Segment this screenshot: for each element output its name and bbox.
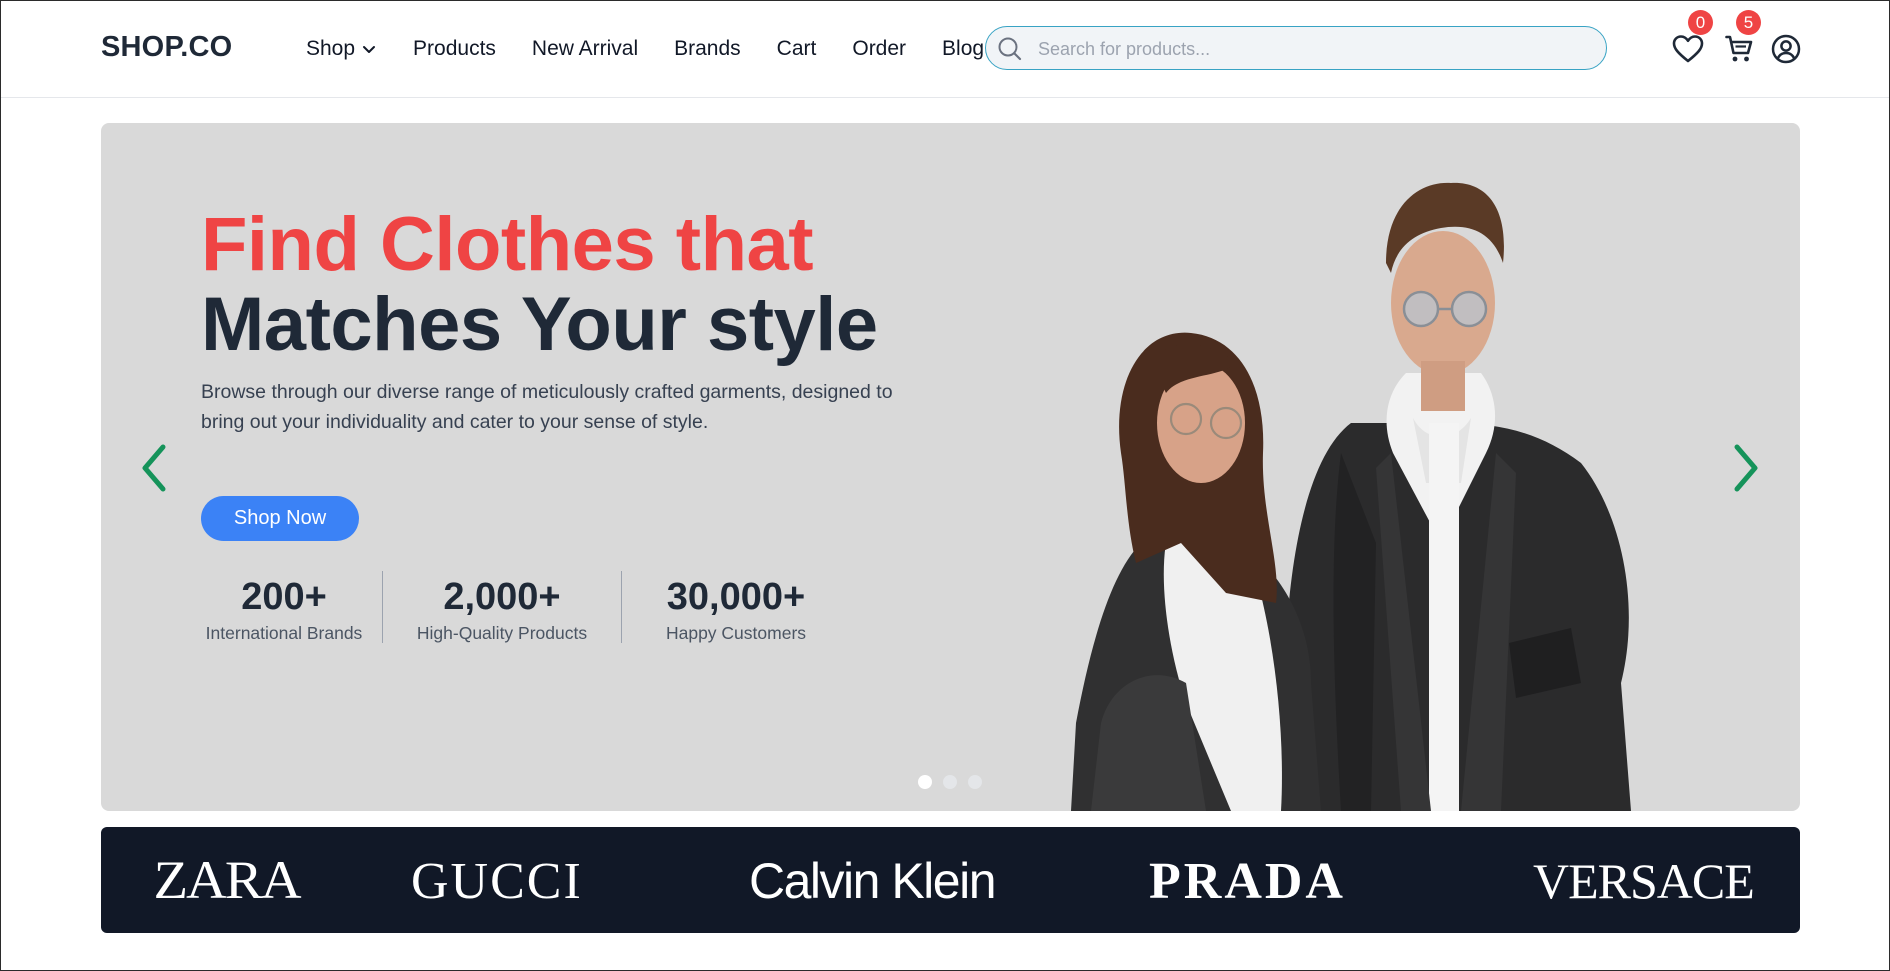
nav-item-brands[interactable]: Brands	[674, 37, 741, 61]
hero-banner: Find Clothes that Matches Your style Bro…	[101, 123, 1800, 811]
stat-brands: 200+ International Brands	[201, 571, 367, 643]
stat-products: 2,000+ High-Quality Products	[383, 571, 621, 643]
carousel-dot[interactable]	[968, 775, 982, 789]
nav-item-products[interactable]: Products	[413, 37, 496, 61]
cart-button[interactable]: 5	[1725, 10, 1761, 69]
nav-item-label: Shop	[306, 37, 356, 60]
carousel-dots	[918, 775, 982, 789]
shop-now-button[interactable]: Shop Now	[201, 496, 359, 541]
heart-icon	[1672, 35, 1704, 63]
cart-icon	[1725, 35, 1753, 62]
nav-item-label: New Arrival	[531, 37, 639, 60]
hero-title-line1: Find Clothes that	[201, 202, 814, 287]
brand-logo-gucci[interactable]: GUCCI	[411, 852, 583, 911]
search-icon	[998, 37, 1022, 61]
site-header: SHOP.CO Shop Products New Arrival Brands…	[1, 1, 1889, 98]
chevron-down-icon	[363, 46, 376, 53]
nav-item-order[interactable]: Order	[852, 37, 906, 61]
nav-item-label: Brands	[674, 37, 741, 60]
brand-strip: ZARA GUCCI Calvin Klein PRADA VERSACE	[101, 827, 1800, 933]
site-logo[interactable]: SHOP.CO	[101, 31, 232, 64]
hero-stats: 200+ International Brands 2,000+ High-Qu…	[201, 571, 850, 643]
brand-logo-prada[interactable]: PRADA	[1149, 852, 1346, 911]
wishlist-count-badge: 0	[1688, 10, 1713, 35]
wishlist-button[interactable]: 0	[1672, 10, 1713, 69]
chevron-left-icon	[142, 444, 166, 492]
account-button[interactable]	[1771, 34, 1801, 69]
carousel-dot[interactable]	[943, 775, 957, 789]
brand-logo-versace[interactable]: VERSACE	[1533, 852, 1755, 910]
stat-value: 200+	[241, 576, 327, 618]
stat-customers: 30,000+ Happy Customers	[622, 571, 850, 643]
brand-logo-calvin-klein[interactable]: Calvin Klein	[749, 852, 997, 910]
nav-item-cart[interactable]: Cart	[777, 37, 817, 61]
nav-item-label: Order	[852, 37, 907, 60]
stat-value: 2,000+	[443, 576, 561, 618]
search-bar[interactable]	[985, 26, 1607, 70]
user-circle-icon	[1771, 34, 1801, 64]
nav-item-shop[interactable]: Shop	[306, 37, 377, 61]
search-input[interactable]	[1036, 33, 1580, 65]
nav-item-blog[interactable]: Blog	[942, 37, 984, 61]
stat-label: High-Quality Products	[416, 623, 588, 643]
hero-description: Browse through our diverse range of meti…	[201, 381, 893, 433]
carousel-dot[interactable]	[918, 775, 932, 789]
nav-item-label: Products	[413, 37, 496, 60]
carousel-prev-button[interactable]	[137, 441, 173, 500]
app-frame: SHOP.CO Shop Products New Arrival Brands…	[0, 0, 1890, 971]
brand-logo-zara[interactable]: ZARA	[154, 849, 302, 911]
main-nav: Shop Products New Arrival Brands Cart Or…	[306, 37, 1020, 61]
nav-item-label: Cart	[776, 37, 817, 60]
nav-item-new-arrival[interactable]: New Arrival	[532, 37, 638, 61]
stat-label: Happy Customers	[665, 623, 807, 643]
nav-item-label: Blog	[942, 37, 985, 60]
hero-image	[1071, 182, 1631, 811]
stat-value: 30,000+	[666, 576, 806, 618]
hero-title-line2: Matches Your style	[201, 282, 878, 367]
stat-label: International Brands	[205, 623, 363, 643]
cart-count-badge: 5	[1736, 10, 1761, 35]
